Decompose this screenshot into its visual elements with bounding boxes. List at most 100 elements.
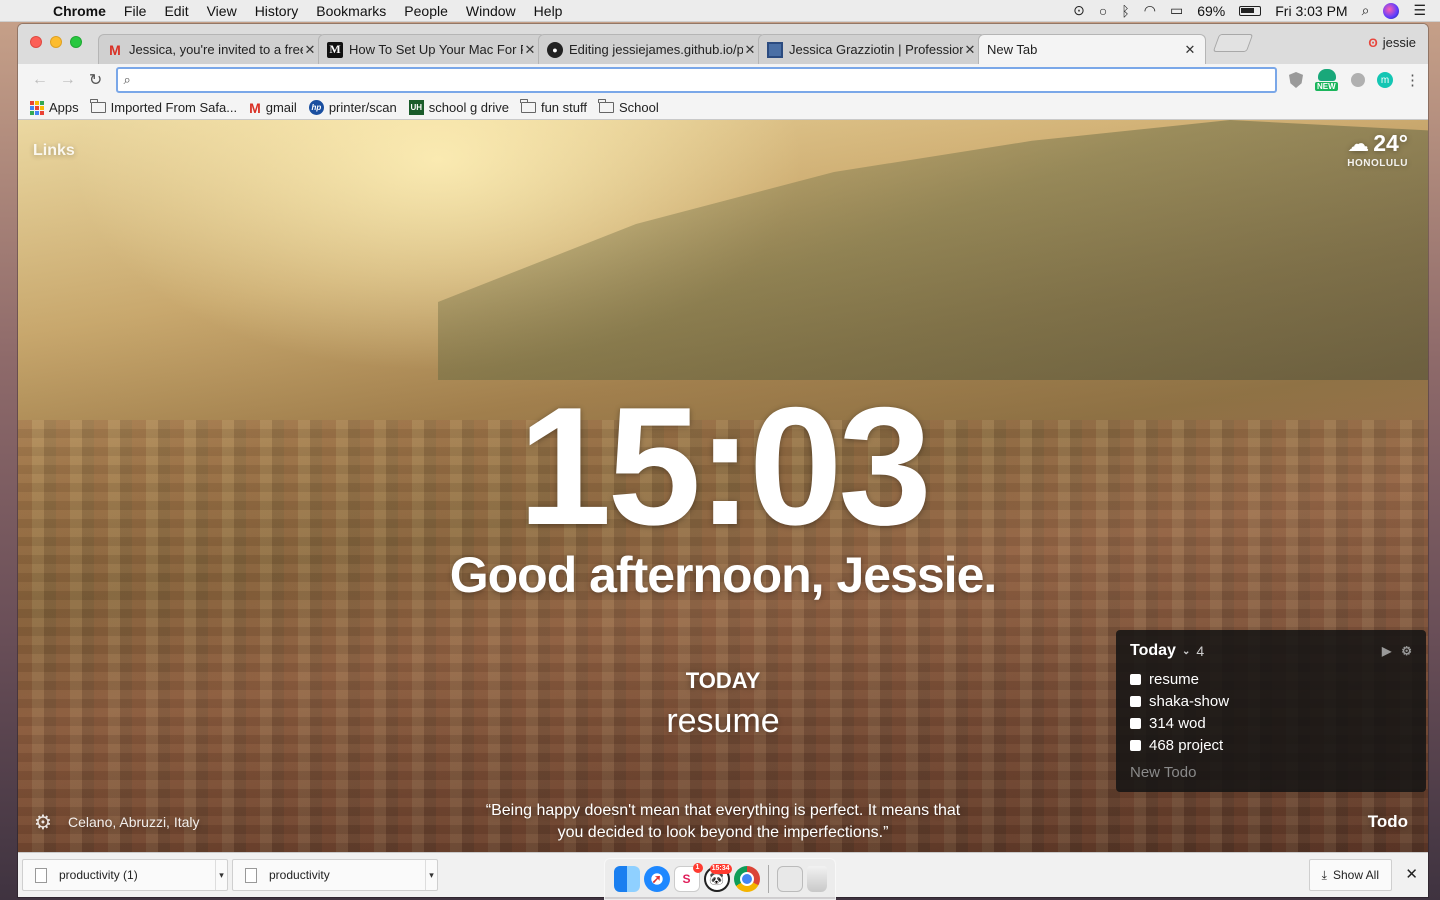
close-icon[interactable]: ✕ [1405, 865, 1418, 883]
cloud-rain-icon: ☁ [1347, 130, 1370, 156]
tab-gmail[interactable]: M Jessica, you're invited to a free ✕ [98, 34, 326, 64]
battery-percent[interactable]: 69% [1197, 3, 1225, 19]
close-tab-icon[interactable]: ✕ [303, 42, 317, 58]
clock-datetime[interactable]: Fri 3:03 PM [1275, 3, 1347, 19]
new-tab-button[interactable] [1212, 34, 1254, 52]
back-button[interactable]: ← [26, 71, 54, 89]
address-bar[interactable]: ⌕ [115, 67, 1277, 93]
todo-list-name[interactable]: Today [1130, 642, 1176, 660]
chevron-down-icon[interactable]: ▾ [215, 860, 227, 890]
download-filename: productivity (1) [59, 868, 138, 882]
doc-icon [767, 41, 783, 58]
todo-checkbox[interactable] [1130, 695, 1141, 707]
messages-icon[interactable]: ○ [1099, 3, 1107, 19]
medium-icon: M [327, 41, 343, 58]
tab-github[interactable]: ● Editing jessiejames.github.io/p ✕ [538, 34, 766, 64]
download-item[interactable]: productivity (1) ▾ [22, 859, 228, 891]
todo-item[interactable]: resume [1130, 668, 1412, 690]
menu-file[interactable]: File [115, 3, 156, 19]
menu-people[interactable]: People [395, 3, 457, 19]
tab-portfolio[interactable]: Jessica Grazziotin | Profession ✕ [758, 34, 986, 64]
todo-item[interactable]: 468 project [1130, 734, 1412, 756]
new-todo-input[interactable]: New Todo [1130, 764, 1412, 781]
bookmark-label: school g drive [428, 100, 509, 115]
todo-toggle-button[interactable]: Todo [1368, 812, 1408, 832]
close-tab-icon[interactable]: ✕ [1183, 42, 1197, 58]
notification-center-icon[interactable]: ☰ [1413, 2, 1426, 19]
menu-view[interactable]: View [198, 3, 246, 19]
siri-icon[interactable] [1383, 2, 1400, 19]
close-window-button[interactable] [30, 36, 42, 48]
mail-download-icon[interactable] [776, 866, 803, 892]
bookmark-apps[interactable]: Apps [30, 100, 79, 115]
menu-history[interactable]: History [246, 3, 308, 19]
tab-medium[interactable]: M How To Set Up Your Mac For F ✕ [318, 34, 546, 64]
gmail-icon: M [109, 41, 121, 58]
finder-icon[interactable] [613, 866, 640, 892]
menu-window[interactable]: Window [457, 3, 525, 19]
todo-checkbox[interactable] [1130, 673, 1141, 685]
bookmark-school-drive[interactable]: UH school g drive [408, 100, 509, 115]
close-tab-icon[interactable]: ✕ [523, 42, 537, 58]
todo-item[interactable]: 314 wod [1130, 712, 1412, 734]
new-tab-page: Links ☁ 24° HONOLULU 15:03 Good afternoo… [18, 120, 1428, 852]
bookmark-gmail[interactable]: M gmail [249, 100, 297, 116]
play-icon[interactable]: ▶ [1382, 644, 1391, 658]
slack-icon[interactable]: S 1 [673, 863, 703, 892]
wifi-icon[interactable]: ◠ [1144, 2, 1156, 19]
bookmark-label: Imported From Safa... [110, 100, 238, 115]
close-tab-icon[interactable]: ✕ [963, 42, 977, 58]
airplay-icon[interactable]: ▭ [1170, 2, 1183, 19]
search-icon: ⌕ [123, 72, 131, 87]
minimize-window-button[interactable] [50, 36, 62, 48]
bookmark-fun-stuff-folder[interactable]: fun stuff [520, 99, 587, 115]
forward-button[interactable]: → [54, 71, 82, 89]
menu-edit[interactable]: Edit [155, 3, 197, 19]
tab-title: Editing jessiejames.github.io/p [569, 42, 743, 57]
trash-icon[interactable] [806, 866, 827, 892]
weather-widget[interactable]: ☁ 24° HONOLULU [1347, 130, 1408, 169]
shield-extension-icon[interactable] [1289, 72, 1303, 88]
palette-extension-icon[interactable] [1351, 73, 1365, 87]
show-all-downloads-button[interactable]: ⤓ Show All [1308, 859, 1392, 891]
panda-app-icon[interactable]: 🐼 15:34 [703, 864, 732, 892]
chevron-down-icon[interactable]: ⌄ [1182, 646, 1190, 657]
spotlight-search-icon[interactable]: ⌕ [1362, 2, 1370, 19]
address-input[interactable] [136, 72, 1275, 88]
bluetooth-icon[interactable]: ᛒ [1121, 3, 1129, 19]
todo-checkbox[interactable] [1130, 739, 1141, 751]
close-tab-icon[interactable]: ✕ [743, 42, 757, 58]
gear-icon[interactable]: ⚙ [34, 810, 52, 835]
chevron-down-icon[interactable]: ▾ [425, 860, 437, 890]
bookmark-label: printer/scan [328, 100, 397, 115]
folder-icon [598, 99, 614, 113]
reload-button[interactable]: ↻ [82, 70, 110, 90]
todo-checkbox[interactable] [1130, 717, 1141, 729]
hp-icon: hp [308, 100, 324, 115]
tab-new-tab[interactable]: New Tab ✕ [978, 34, 1206, 64]
tab-title: Jessica Grazziotin | Profession [789, 42, 963, 57]
todo-count: 4 [1196, 643, 1205, 659]
bookmark-imported-folder[interactable]: Imported From Safa... [90, 99, 238, 115]
menu-bookmarks[interactable]: Bookmarks [307, 3, 395, 19]
safari-icon[interactable]: ➚ [643, 866, 670, 892]
menu-help[interactable]: Help [525, 3, 572, 19]
chrome-menu-icon[interactable]: ⋮ [1405, 71, 1420, 89]
links-button[interactable]: Links [33, 142, 75, 160]
chrome-icon[interactable] [733, 866, 760, 892]
folder-icon [520, 99, 536, 113]
apps-grid-icon [30, 100, 44, 115]
bookmark-printer-scan[interactable]: hp printer/scan [308, 100, 397, 115]
photo-location[interactable]: Celano, Abruzzi, Italy [68, 814, 200, 830]
fullscreen-window-button[interactable] [70, 36, 82, 48]
download-item[interactable]: productivity ▾ [232, 859, 438, 891]
battery-icon[interactable] [1239, 5, 1262, 16]
todo-item[interactable]: shaka-show [1130, 690, 1412, 712]
profile-button[interactable]: ʘ jessie [1368, 35, 1416, 50]
gear-icon[interactable]: ⚙ [1401, 644, 1412, 658]
accessibility-icon[interactable]: ⊙ [1073, 2, 1085, 19]
weather-extension-icon[interactable]: NEW [1315, 69, 1339, 91]
bookmark-school-folder[interactable]: School [598, 99, 659, 115]
menu-app-name[interactable]: Chrome [44, 3, 115, 19]
m-extension-icon[interactable]: m [1377, 72, 1393, 88]
